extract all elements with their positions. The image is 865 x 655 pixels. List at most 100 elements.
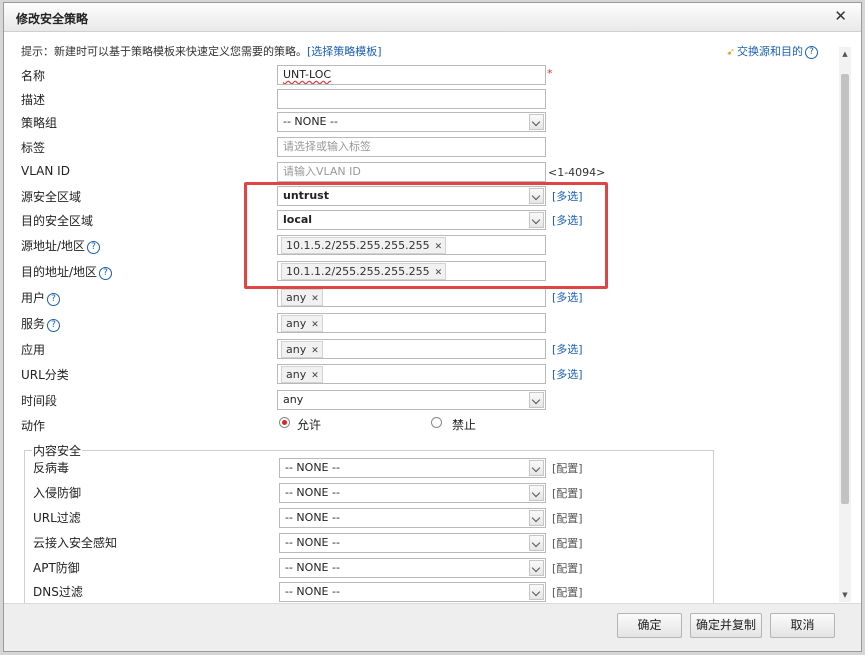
dialog-content: 提示：新建时可以基于策略模板来快速定义您需要的策略。[选择策略模板] ➹ 交换源和… bbox=[4, 32, 861, 651]
scroll-down-icon[interactable]: ▼ bbox=[839, 588, 851, 602]
service-input[interactable]: any ✕ bbox=[277, 313, 546, 333]
antivirus-select[interactable]: -- NONE -- bbox=[279, 458, 546, 478]
service-tag: any ✕ bbox=[281, 315, 323, 332]
cloud-access-config-link[interactable]: [配置] bbox=[552, 535, 583, 551]
user-label: 用户? bbox=[21, 289, 61, 306]
deny-label[interactable]: 禁止 bbox=[452, 416, 476, 433]
policy-group-value: -- NONE -- bbox=[283, 115, 338, 128]
src-zone-label: 源安全区域 bbox=[21, 190, 82, 204]
url-category-multi-link[interactable]: [多选] bbox=[552, 366, 583, 382]
chevron-down-icon[interactable] bbox=[529, 460, 544, 476]
chevron-down-icon[interactable] bbox=[529, 485, 544, 501]
chevron-down-icon[interactable] bbox=[529, 535, 544, 551]
url-filter-select[interactable]: -- NONE -- bbox=[279, 508, 546, 528]
remove-tag-icon[interactable]: ✕ bbox=[311, 294, 319, 304]
help-icon[interactable]: ? bbox=[47, 293, 61, 306]
action-label: 动作 bbox=[21, 419, 46, 433]
tag-input[interactable]: 请选择或输入标签 bbox=[277, 137, 546, 157]
swap-src-dst-link[interactable]: ➹ 交换源和目的? bbox=[727, 43, 818, 59]
vlan-placeholder: 请输入VLAN ID bbox=[283, 165, 361, 178]
hint-text: 提示：新建时可以基于策略模板来快速定义您需要的策略。 bbox=[21, 45, 307, 58]
user-label-text: 用户 bbox=[21, 291, 46, 305]
url-category-input[interactable]: any ✕ bbox=[277, 364, 546, 384]
description-label: 描述 bbox=[21, 93, 46, 107]
allow-label[interactable]: 允许 bbox=[297, 416, 321, 433]
user-input[interactable]: any ✕ bbox=[277, 287, 546, 307]
remove-tag-icon[interactable]: ✕ bbox=[435, 268, 443, 278]
help-icon[interactable]: ? bbox=[47, 319, 61, 332]
cloud-access-select[interactable]: -- NONE -- bbox=[279, 533, 546, 553]
remove-tag-icon[interactable]: ✕ bbox=[311, 371, 319, 381]
required-marker: * bbox=[547, 67, 553, 80]
src-addr-input[interactable]: 10.1.5.2/255.255.255.255 ✕ bbox=[277, 235, 546, 255]
service-label-text: 服务 bbox=[21, 317, 46, 331]
vertical-scrollbar[interactable]: ▲ ▼ bbox=[839, 47, 851, 602]
ips-config-link[interactable]: [配置] bbox=[552, 485, 583, 501]
dst-addr-input[interactable]: 10.1.1.2/255.255.255.255 ✕ bbox=[277, 261, 546, 281]
chevron-down-icon[interactable] bbox=[529, 584, 544, 600]
chevron-down-icon[interactable] bbox=[529, 392, 544, 408]
dst-addr-tag: 10.1.1.2/255.255.255.255 ✕ bbox=[281, 263, 447, 280]
ok-and-copy-button[interactable]: 确定并复制 bbox=[690, 613, 762, 638]
dns-filter-label: DNS过滤 bbox=[33, 585, 83, 599]
time-range-select[interactable]: any bbox=[277, 390, 546, 410]
src-addr-tag: 10.1.5.2/255.255.255.255 ✕ bbox=[281, 237, 447, 254]
application-label: 应用 bbox=[21, 343, 46, 357]
dns-filter-config-link[interactable]: [配置] bbox=[552, 584, 583, 600]
select-template-link[interactable]: [选择策略模板] bbox=[307, 45, 382, 58]
url-category-label: URL分类 bbox=[21, 368, 69, 382]
chevron-down-icon[interactable] bbox=[529, 560, 544, 576]
url-category-tag-text: any bbox=[286, 368, 307, 381]
chevron-down-icon[interactable] bbox=[529, 510, 544, 526]
user-multi-link[interactable]: [多选] bbox=[552, 289, 583, 305]
description-input[interactable] bbox=[277, 89, 546, 109]
application-tag: any ✕ bbox=[281, 341, 323, 358]
antivirus-value: -- NONE -- bbox=[285, 461, 340, 474]
chevron-down-icon[interactable] bbox=[529, 212, 544, 228]
help-icon[interactable]: ? bbox=[87, 241, 101, 254]
cloud-access-label: 云接入安全感知 bbox=[33, 536, 118, 550]
help-icon[interactable]: ? bbox=[805, 46, 818, 59]
chevron-down-icon[interactable] bbox=[529, 114, 544, 130]
dialog-titlebar[interactable]: 修改安全策略 ✕ bbox=[4, 3, 861, 32]
url-category-tag: any ✕ bbox=[281, 366, 323, 383]
tag-placeholder: 请选择或输入标签 bbox=[283, 140, 371, 153]
name-input[interactable]: UNT-LOC bbox=[277, 65, 546, 85]
policy-group-select[interactable]: -- NONE -- bbox=[277, 112, 546, 132]
url-filter-config-link[interactable]: [配置] bbox=[552, 510, 583, 526]
service-label: 服务? bbox=[21, 315, 61, 332]
name-value: UNT-LOC bbox=[283, 68, 332, 81]
src-zone-multi-link[interactable]: [多选] bbox=[552, 188, 583, 204]
close-icon[interactable]: ✕ bbox=[834, 8, 847, 24]
ips-select[interactable]: -- NONE -- bbox=[279, 483, 546, 503]
scroll-thumb[interactable] bbox=[841, 74, 849, 504]
remove-tag-icon[interactable]: ✕ bbox=[311, 320, 319, 330]
src-addr-label-text: 源地址/地区 bbox=[21, 239, 86, 253]
apt-select[interactable]: -- NONE -- bbox=[279, 558, 546, 578]
chevron-down-icon[interactable] bbox=[529, 188, 544, 204]
dns-filter-select[interactable]: -- NONE -- bbox=[279, 582, 546, 602]
ips-value: -- NONE -- bbox=[285, 486, 340, 499]
apt-value: -- NONE -- bbox=[285, 561, 340, 574]
remove-tag-icon[interactable]: ✕ bbox=[435, 242, 443, 252]
name-label: 名称 bbox=[21, 69, 46, 83]
time-range-value: any bbox=[283, 393, 304, 406]
apt-config-link[interactable]: [配置] bbox=[552, 560, 583, 576]
dst-zone-multi-link[interactable]: [多选] bbox=[552, 212, 583, 228]
dst-zone-select[interactable]: local bbox=[277, 210, 546, 230]
ok-button[interactable]: 确定 bbox=[617, 613, 682, 638]
scroll-up-icon[interactable]: ▲ bbox=[839, 47, 851, 61]
vlan-input[interactable]: 请输入VLAN ID bbox=[277, 162, 546, 182]
dialog-footer: 确定 确定并复制 取消 bbox=[4, 603, 861, 651]
antivirus-config-link[interactable]: [配置] bbox=[552, 460, 583, 476]
application-input[interactable]: any ✕ bbox=[277, 339, 546, 359]
help-icon[interactable]: ? bbox=[99, 267, 113, 280]
deny-radio[interactable] bbox=[431, 417, 442, 428]
swap-src-dst-label[interactable]: 交换源和目的 bbox=[737, 45, 803, 58]
remove-tag-icon[interactable]: ✕ bbox=[311, 346, 319, 356]
user-tag: any ✕ bbox=[281, 289, 323, 306]
cancel-button[interactable]: 取消 bbox=[770, 613, 835, 638]
src-zone-select[interactable]: untrust bbox=[277, 186, 546, 206]
allow-radio[interactable] bbox=[279, 417, 290, 428]
application-multi-link[interactable]: [多选] bbox=[552, 341, 583, 357]
